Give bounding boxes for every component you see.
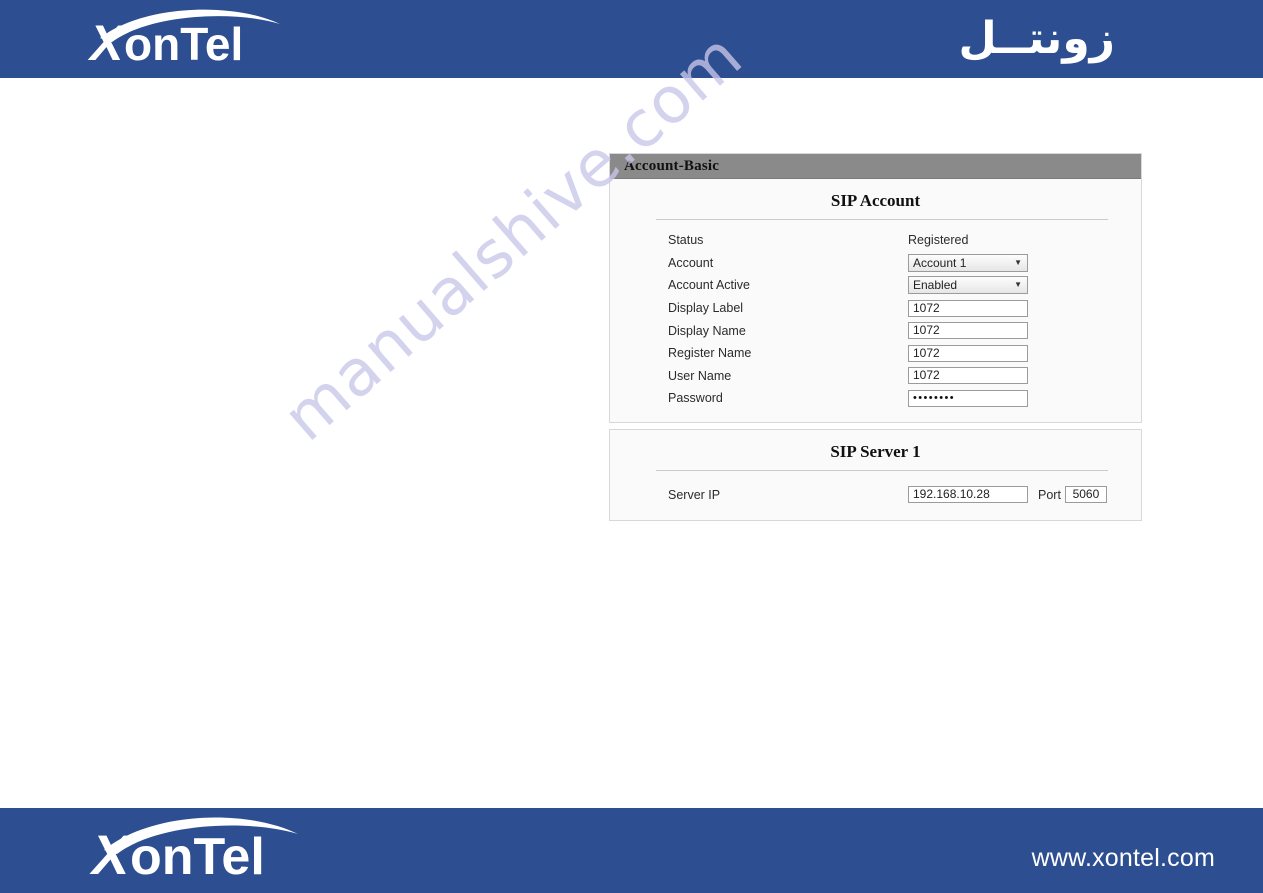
label-display-label: Display Label [668, 301, 744, 316]
label-display-name: Display Name [668, 323, 746, 338]
label-account-active: Account Active [668, 278, 750, 293]
chevron-down-icon: ▼ [1014, 280, 1022, 290]
sip-server-panel: SIP Server 1 Server IP 192.168.10.28 Por… [609, 428, 1142, 521]
label-account: Account [668, 255, 714, 270]
footer-logo: X onTel [86, 816, 406, 888]
svg-text:onTel: onTel [130, 828, 265, 886]
server-ip-input[interactable]: 192.168.10.28 [908, 486, 1028, 504]
header-arabic-brand: زونتــل [958, 13, 1115, 64]
sip-server-form: Server IP 192.168.10.28 Port 5060 [610, 471, 1141, 520]
account-basic-panel: Account-Basic SIP Account Status Registe… [609, 153, 1142, 423]
form-row-server-ip: Server IP 192.168.10.28 Port 5060 [610, 480, 1141, 508]
page-footer: X onTel www.xontel.com [0, 808, 1263, 893]
label-user-name: User Name [668, 368, 732, 383]
form-row-register-name: Register Name 1072 [610, 342, 1141, 365]
account-select[interactable]: Account 1 ▼ [908, 253, 1028, 272]
svg-text:onTel: onTel [124, 18, 243, 70]
form-row-status: Status Registered [610, 229, 1141, 252]
label-password: Password [668, 391, 723, 406]
register-name-input[interactable]: 1072 [908, 344, 1028, 362]
password-masked-value: •••••••• [913, 391, 956, 404]
display-name-input[interactable]: 1072 [908, 322, 1028, 340]
config-panels: Account-Basic SIP Account Status Registe… [609, 153, 1142, 521]
chevron-down-icon: ▼ [1014, 257, 1022, 267]
svg-text:X: X [87, 15, 126, 71]
account-active-select-value: Enabled [913, 278, 958, 293]
panel-titlebar: Account-Basic [610, 154, 1141, 179]
form-row-account: Account Account 1 ▼ [610, 252, 1141, 275]
label-status: Status [668, 233, 704, 248]
panel-title: Account-Basic [624, 157, 720, 174]
sip-server-heading: SIP Server 1 [830, 441, 921, 461]
display-label-input[interactable]: 1072 [908, 299, 1028, 317]
svg-text:X: X [89, 823, 133, 886]
account-active-select[interactable]: Enabled ▼ [908, 276, 1028, 295]
form-row-password: Password •••••••• [610, 387, 1141, 410]
sip-account-form: Status Registered Account Account 1 ▼ Ac… [610, 220, 1141, 422]
page-header: X onTel زونتــل [0, 0, 1263, 78]
form-row-display-name: Display Name 1072 [610, 319, 1141, 342]
form-row-account-active: Account Active Enabled ▼ [610, 274, 1141, 297]
form-row-user-name: User Name 1072 [610, 365, 1141, 388]
label-register-name: Register Name [668, 346, 752, 361]
footer-website-url[interactable]: www.xontel.com [1032, 844, 1215, 873]
value-status: Registered [908, 233, 969, 248]
header-logo: X onTel [84, 8, 384, 72]
form-row-display-label: Display Label 1072 [610, 297, 1141, 320]
user-name-input[interactable]: 1072 [908, 367, 1028, 385]
account-select-value: Account 1 [913, 255, 967, 270]
password-input[interactable]: •••••••• [908, 389, 1028, 407]
label-server-ip: Server IP [668, 487, 721, 502]
sip-account-heading: SIP Account [830, 191, 921, 210]
port-input[interactable]: 5060 [1064, 486, 1107, 504]
label-port: Port [1038, 487, 1061, 502]
